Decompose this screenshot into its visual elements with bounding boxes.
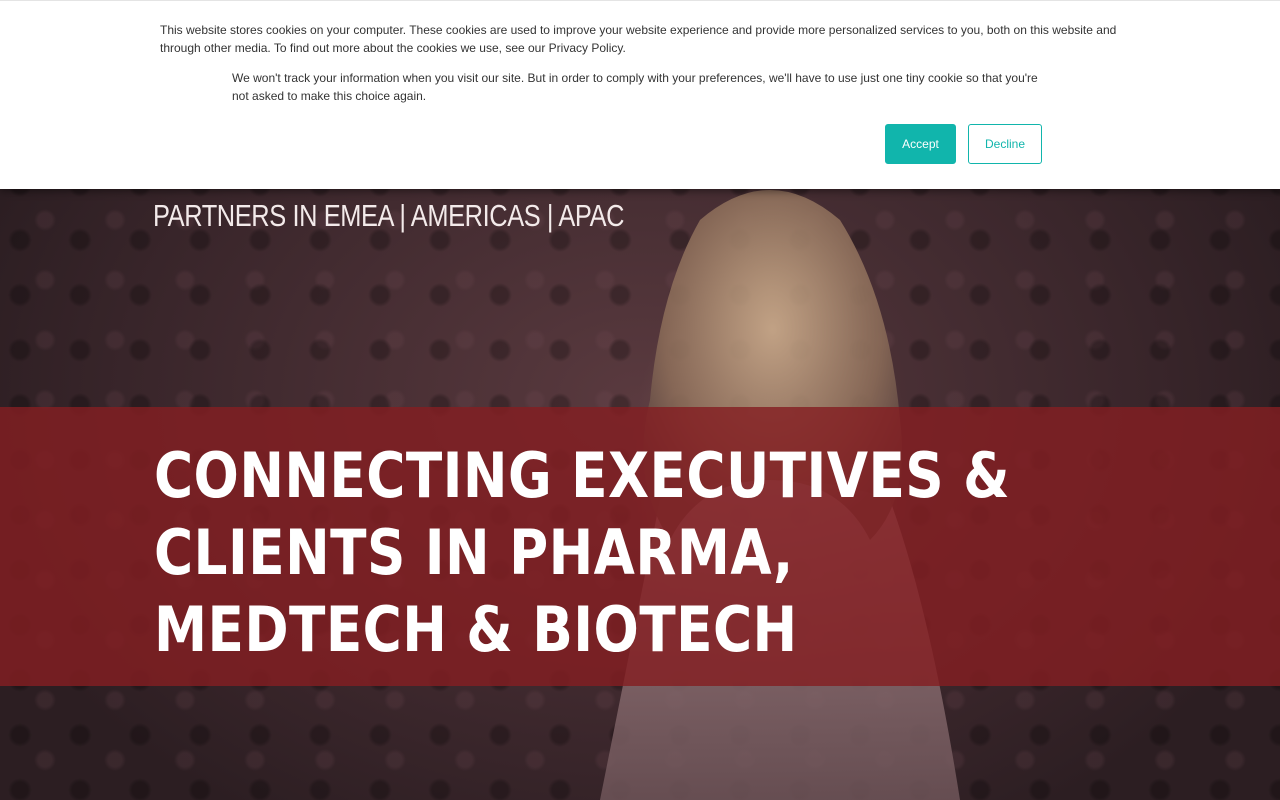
hero-tagline: PARTNERS IN EMEA | AMERICAS | APAC [153, 198, 625, 233]
decline-button[interactable]: Decline [968, 124, 1042, 164]
cookie-consent-banner: This website stores cookies on your comp… [0, 0, 1280, 189]
accept-button[interactable]: Accept [885, 124, 956, 164]
cookie-message: This website stores cookies on your comp… [160, 23, 1117, 55]
hero-headline: CONNECTING EXECUTIVES & CLIENTS IN PHARM… [154, 439, 1011, 666]
cookie-opt-out-message: We won't track your information when you… [232, 71, 1038, 103]
